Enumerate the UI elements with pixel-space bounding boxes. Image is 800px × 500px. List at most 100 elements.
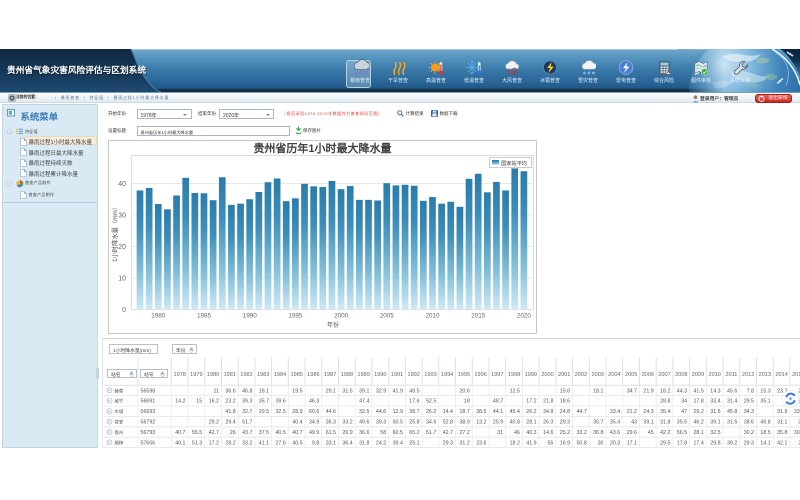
svg-text:2013: 2013 (759, 372, 771, 378)
svg-text:16.9: 16.9 (560, 440, 570, 446)
svg-text:49.5: 49.5 (409, 388, 419, 394)
svg-text:46.8: 46.8 (242, 388, 252, 394)
svg-text:36.6: 36.6 (225, 388, 235, 394)
svg-text:35.1: 35.1 (760, 399, 770, 405)
svg-text:18.7: 18.7 (459, 409, 469, 415)
svg-text:43: 43 (631, 420, 637, 426)
svg-text:1993: 1993 (424, 372, 436, 378)
svg-text:2007: 2007 (658, 372, 670, 378)
svg-text:18.1: 18.1 (259, 388, 269, 394)
svg-text:1983: 1983 (257, 372, 269, 378)
svg-text:17.1: 17.1 (627, 440, 637, 446)
svg-text:44.6: 44.6 (376, 409, 386, 415)
svg-text:2014: 2014 (775, 372, 787, 378)
svg-text:47.4: 47.4 (359, 399, 369, 405)
svg-text:1994: 1994 (441, 372, 453, 378)
svg-text:25.8: 25.8 (409, 420, 419, 426)
svg-text:1990: 1990 (374, 372, 386, 378)
svg-text:35.7: 35.7 (593, 420, 603, 426)
svg-text:31.4: 31.4 (727, 399, 737, 405)
svg-text:48.7: 48.7 (493, 399, 503, 405)
svg-text:45.8: 45.8 (727, 409, 737, 415)
svg-text:1996: 1996 (474, 372, 486, 378)
svg-text:1981: 1981 (224, 372, 236, 378)
svg-text:45: 45 (648, 430, 654, 436)
svg-text:31.5: 31.5 (342, 388, 352, 394)
svg-text:17.8: 17.8 (677, 440, 687, 446)
svg-text:30.8: 30.8 (794, 430, 800, 436)
svg-text:39.6: 39.6 (275, 399, 285, 405)
svg-text:38.9: 38.9 (459, 420, 469, 426)
svg-text:43.7: 43.7 (242, 430, 252, 436)
svg-text:40.5: 40.5 (292, 440, 302, 446)
svg-text:29.2: 29.2 (209, 420, 219, 426)
svg-text:1999: 1999 (525, 372, 537, 378)
svg-text:2004: 2004 (608, 372, 620, 378)
svg-text:44.1: 44.1 (493, 409, 503, 415)
svg-text:26: 26 (230, 430, 236, 436)
svg-text:1992: 1992 (407, 372, 419, 378)
svg-text:33.4: 33.4 (610, 409, 620, 415)
svg-text:47: 47 (681, 409, 687, 415)
svg-text:18.2: 18.2 (660, 388, 670, 394)
svg-text:40.7: 40.7 (175, 430, 185, 436)
svg-text:57606: 57606 (141, 440, 156, 446)
svg-text:31.8: 31.8 (359, 440, 369, 446)
svg-text:1980: 1980 (207, 372, 219, 378)
svg-text:26.3: 26.3 (543, 420, 553, 426)
svg-text:28.2: 28.2 (225, 440, 235, 446)
svg-text:35.4: 35.4 (610, 420, 620, 426)
svg-text:33.2: 33.2 (242, 440, 252, 446)
svg-text:39.1: 39.1 (643, 420, 653, 426)
svg-text:14.2: 14.2 (175, 399, 185, 405)
svg-text:赫章: 赫章 (115, 387, 124, 394)
svg-text:27.6: 27.6 (275, 440, 285, 446)
svg-text:32.5: 32.5 (359, 409, 369, 415)
svg-text:30.2: 30.2 (744, 430, 754, 436)
svg-text:1995: 1995 (458, 372, 470, 378)
svg-text:14.6: 14.6 (543, 430, 553, 436)
svg-text:26.9: 26.9 (342, 430, 352, 436)
svg-text:56792: 56792 (141, 420, 156, 426)
svg-text:29.3: 29.3 (744, 440, 754, 446)
svg-text:2012: 2012 (742, 372, 754, 378)
svg-text:42.2: 42.2 (660, 430, 670, 436)
svg-text:39.3: 39.3 (242, 399, 252, 405)
svg-text:46.3: 46.3 (309, 399, 319, 405)
svg-text:56598: 56598 (141, 388, 156, 394)
svg-text:27.2: 27.2 (459, 430, 469, 436)
svg-text:23.6: 23.6 (476, 440, 486, 446)
svg-text:55.5: 55.5 (192, 430, 202, 436)
svg-text:31.9: 31.9 (777, 409, 787, 415)
svg-text:24.2: 24.2 (376, 440, 386, 446)
svg-text:49.9: 49.9 (309, 430, 319, 436)
svg-text:35.4: 35.4 (660, 409, 670, 415)
svg-text:2006: 2006 (642, 372, 654, 378)
svg-text:1978: 1978 (173, 372, 185, 378)
svg-text:28.1: 28.1 (693, 430, 703, 436)
svg-text:39.1: 39.1 (359, 388, 369, 394)
svg-text:26.2: 26.2 (426, 409, 436, 415)
svg-text:42.7: 42.7 (443, 430, 453, 436)
svg-text:13.2: 13.2 (476, 420, 486, 426)
svg-text:51.7: 51.7 (426, 430, 436, 436)
svg-text:桐梓: 桐梓 (115, 439, 124, 446)
svg-text:40.8: 40.8 (510, 420, 520, 426)
svg-text:33.2: 33.2 (576, 430, 586, 436)
svg-text:36.4: 36.4 (342, 440, 352, 446)
svg-text:33.1: 33.1 (326, 440, 336, 446)
svg-text:39.3: 39.3 (376, 420, 386, 426)
svg-text:36.8: 36.8 (593, 430, 603, 436)
svg-text:35.8: 35.8 (777, 430, 787, 436)
svg-text:20.3: 20.3 (610, 440, 620, 446)
svg-text:2009: 2009 (692, 372, 704, 378)
svg-text:普安: 普安 (115, 419, 124, 426)
svg-text:2015: 2015 (792, 372, 800, 378)
svg-text:7.8: 7.8 (747, 388, 754, 394)
svg-text:21.8: 21.8 (543, 399, 553, 405)
svg-text:60.6: 60.6 (309, 409, 319, 415)
svg-text:40.3: 40.3 (526, 430, 536, 436)
svg-text:2010: 2010 (708, 372, 720, 378)
svg-text:29.6: 29.6 (627, 430, 637, 436)
svg-text:58: 58 (380, 430, 386, 436)
